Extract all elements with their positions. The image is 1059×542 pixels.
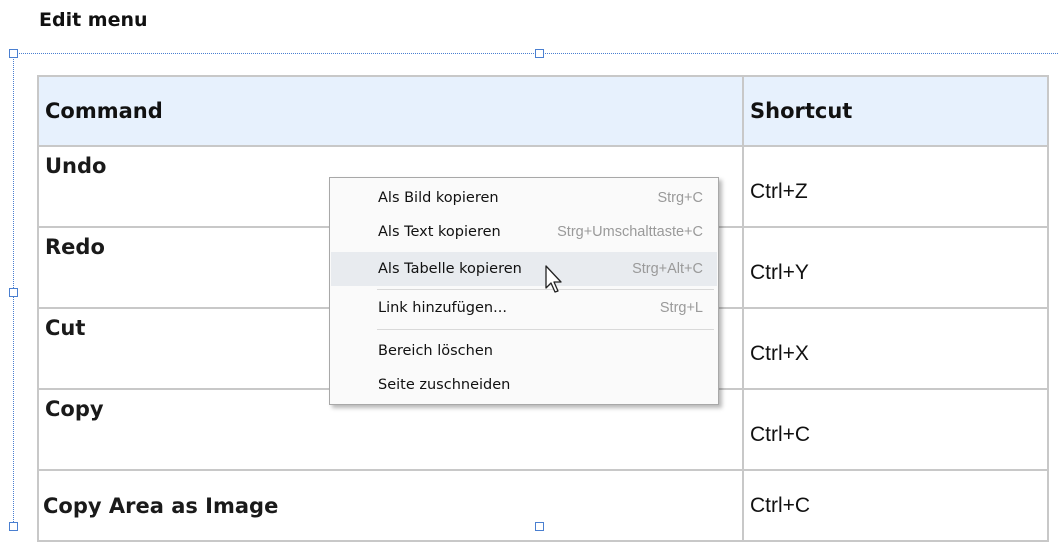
page-title: Edit menu (39, 9, 148, 31)
menu-item-copy-as-text[interactable]: Als Text kopieren Strg+Umschalttaste+C (331, 215, 717, 249)
resize-handle-middle-left[interactable] (9, 288, 18, 297)
table-header-row: Command Shortcut (37, 75, 1049, 147)
menu-item-label: Seite zuschneiden (378, 377, 511, 393)
table-row: Copy Area as Image Ctrl+C (37, 469, 1049, 542)
menu-item-add-link[interactable]: Link hinzufügen... Strg+L (331, 291, 717, 325)
shortcut-cell: Ctrl+Z (742, 145, 1049, 228)
menu-item-copy-as-image[interactable]: Als Bild kopieren Strg+C (331, 181, 717, 215)
column-header-command: Command (37, 75, 744, 147)
menu-item-shortcut: Strg+C (657, 190, 703, 206)
arrow-pointer-icon (545, 265, 562, 293)
command-cell: Copy Area as Image (37, 469, 744, 542)
menu-item-label: Als Text kopieren (378, 224, 501, 240)
menu-separator (377, 329, 714, 330)
menu-item-label: Link hinzufügen... (378, 300, 507, 316)
context-menu: Als Bild kopieren Strg+C Als Text kopier… (329, 177, 719, 405)
shortcut-cell: Ctrl+C (742, 469, 1049, 542)
resize-handle-top-left[interactable] (9, 49, 18, 58)
menu-item-shortcut: Strg+Umschalttaste+C (557, 224, 703, 240)
shortcut-cell: Ctrl+C (742, 388, 1049, 471)
menu-item-shortcut: Strg+Alt+C (632, 261, 703, 277)
shortcut-cell: Ctrl+Y (742, 226, 1049, 309)
menu-item-label: Als Bild kopieren (378, 190, 499, 206)
shortcut-cell: Ctrl+X (742, 307, 1049, 390)
resize-handle-top-center[interactable] (535, 49, 544, 58)
column-header-shortcut: Shortcut (742, 75, 1049, 147)
menu-item-shortcut: Strg+L (659, 300, 703, 316)
menu-item-delete-area[interactable]: Bereich löschen (331, 334, 717, 368)
menu-item-label: Bereich löschen (378, 343, 493, 359)
resize-handle-bottom-left[interactable] (9, 522, 18, 531)
menu-item-label: Als Tabelle kopieren (378, 261, 522, 277)
menu-item-copy-as-table[interactable]: Als Tabelle kopieren Strg+Alt+C (331, 252, 717, 286)
menu-item-crop-page[interactable]: Seite zuschneiden (331, 368, 717, 402)
